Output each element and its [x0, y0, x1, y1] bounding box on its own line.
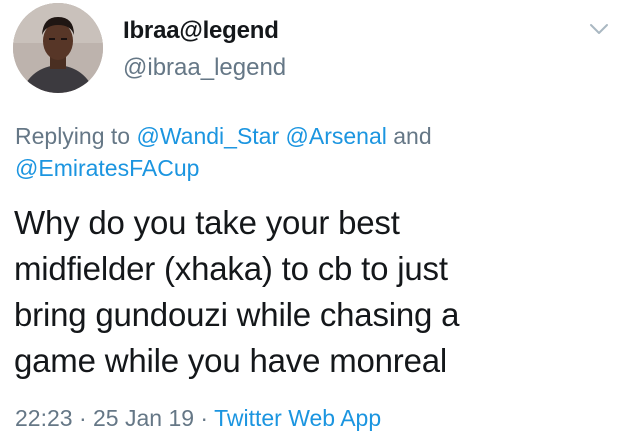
avatar-photo: [13, 3, 103, 93]
mention-link-wandi-star[interactable]: @Wandi_Star: [136, 123, 279, 149]
tweet-metadata: 22:23 · 25 Jan 19 · Twitter Web App: [15, 405, 381, 432]
chevron-down-icon[interactable]: [589, 22, 609, 36]
tweet-time[interactable]: 22:23: [15, 405, 73, 431]
tweet-card: Ibraa@legend @ibraa_legend Replying to @…: [0, 0, 623, 448]
user-handle[interactable]: @ibraa_legend: [123, 54, 286, 82]
tweet-source-link[interactable]: Twitter Web App: [214, 405, 381, 431]
tweet-text: Why do you take your best midfielder (xh…: [14, 204, 460, 379]
mention-link-arsenal[interactable]: @Arsenal: [286, 123, 387, 149]
meta-separator: ·: [72, 405, 94, 431]
replying-to: Replying to @Wandi_Star @Arsenal and @Em…: [15, 120, 575, 184]
display-name[interactable]: Ibraa@legend: [123, 17, 279, 45]
tweet-date[interactable]: 25 Jan 19: [93, 405, 194, 431]
avatar[interactable]: [13, 3, 103, 93]
replying-prefix: Replying to: [15, 123, 137, 149]
replying-conjunction: and: [386, 123, 432, 149]
mention-link-emirates-fa-cup[interactable]: @EmiratesFACup: [15, 155, 199, 181]
meta-separator: ·: [194, 405, 215, 431]
